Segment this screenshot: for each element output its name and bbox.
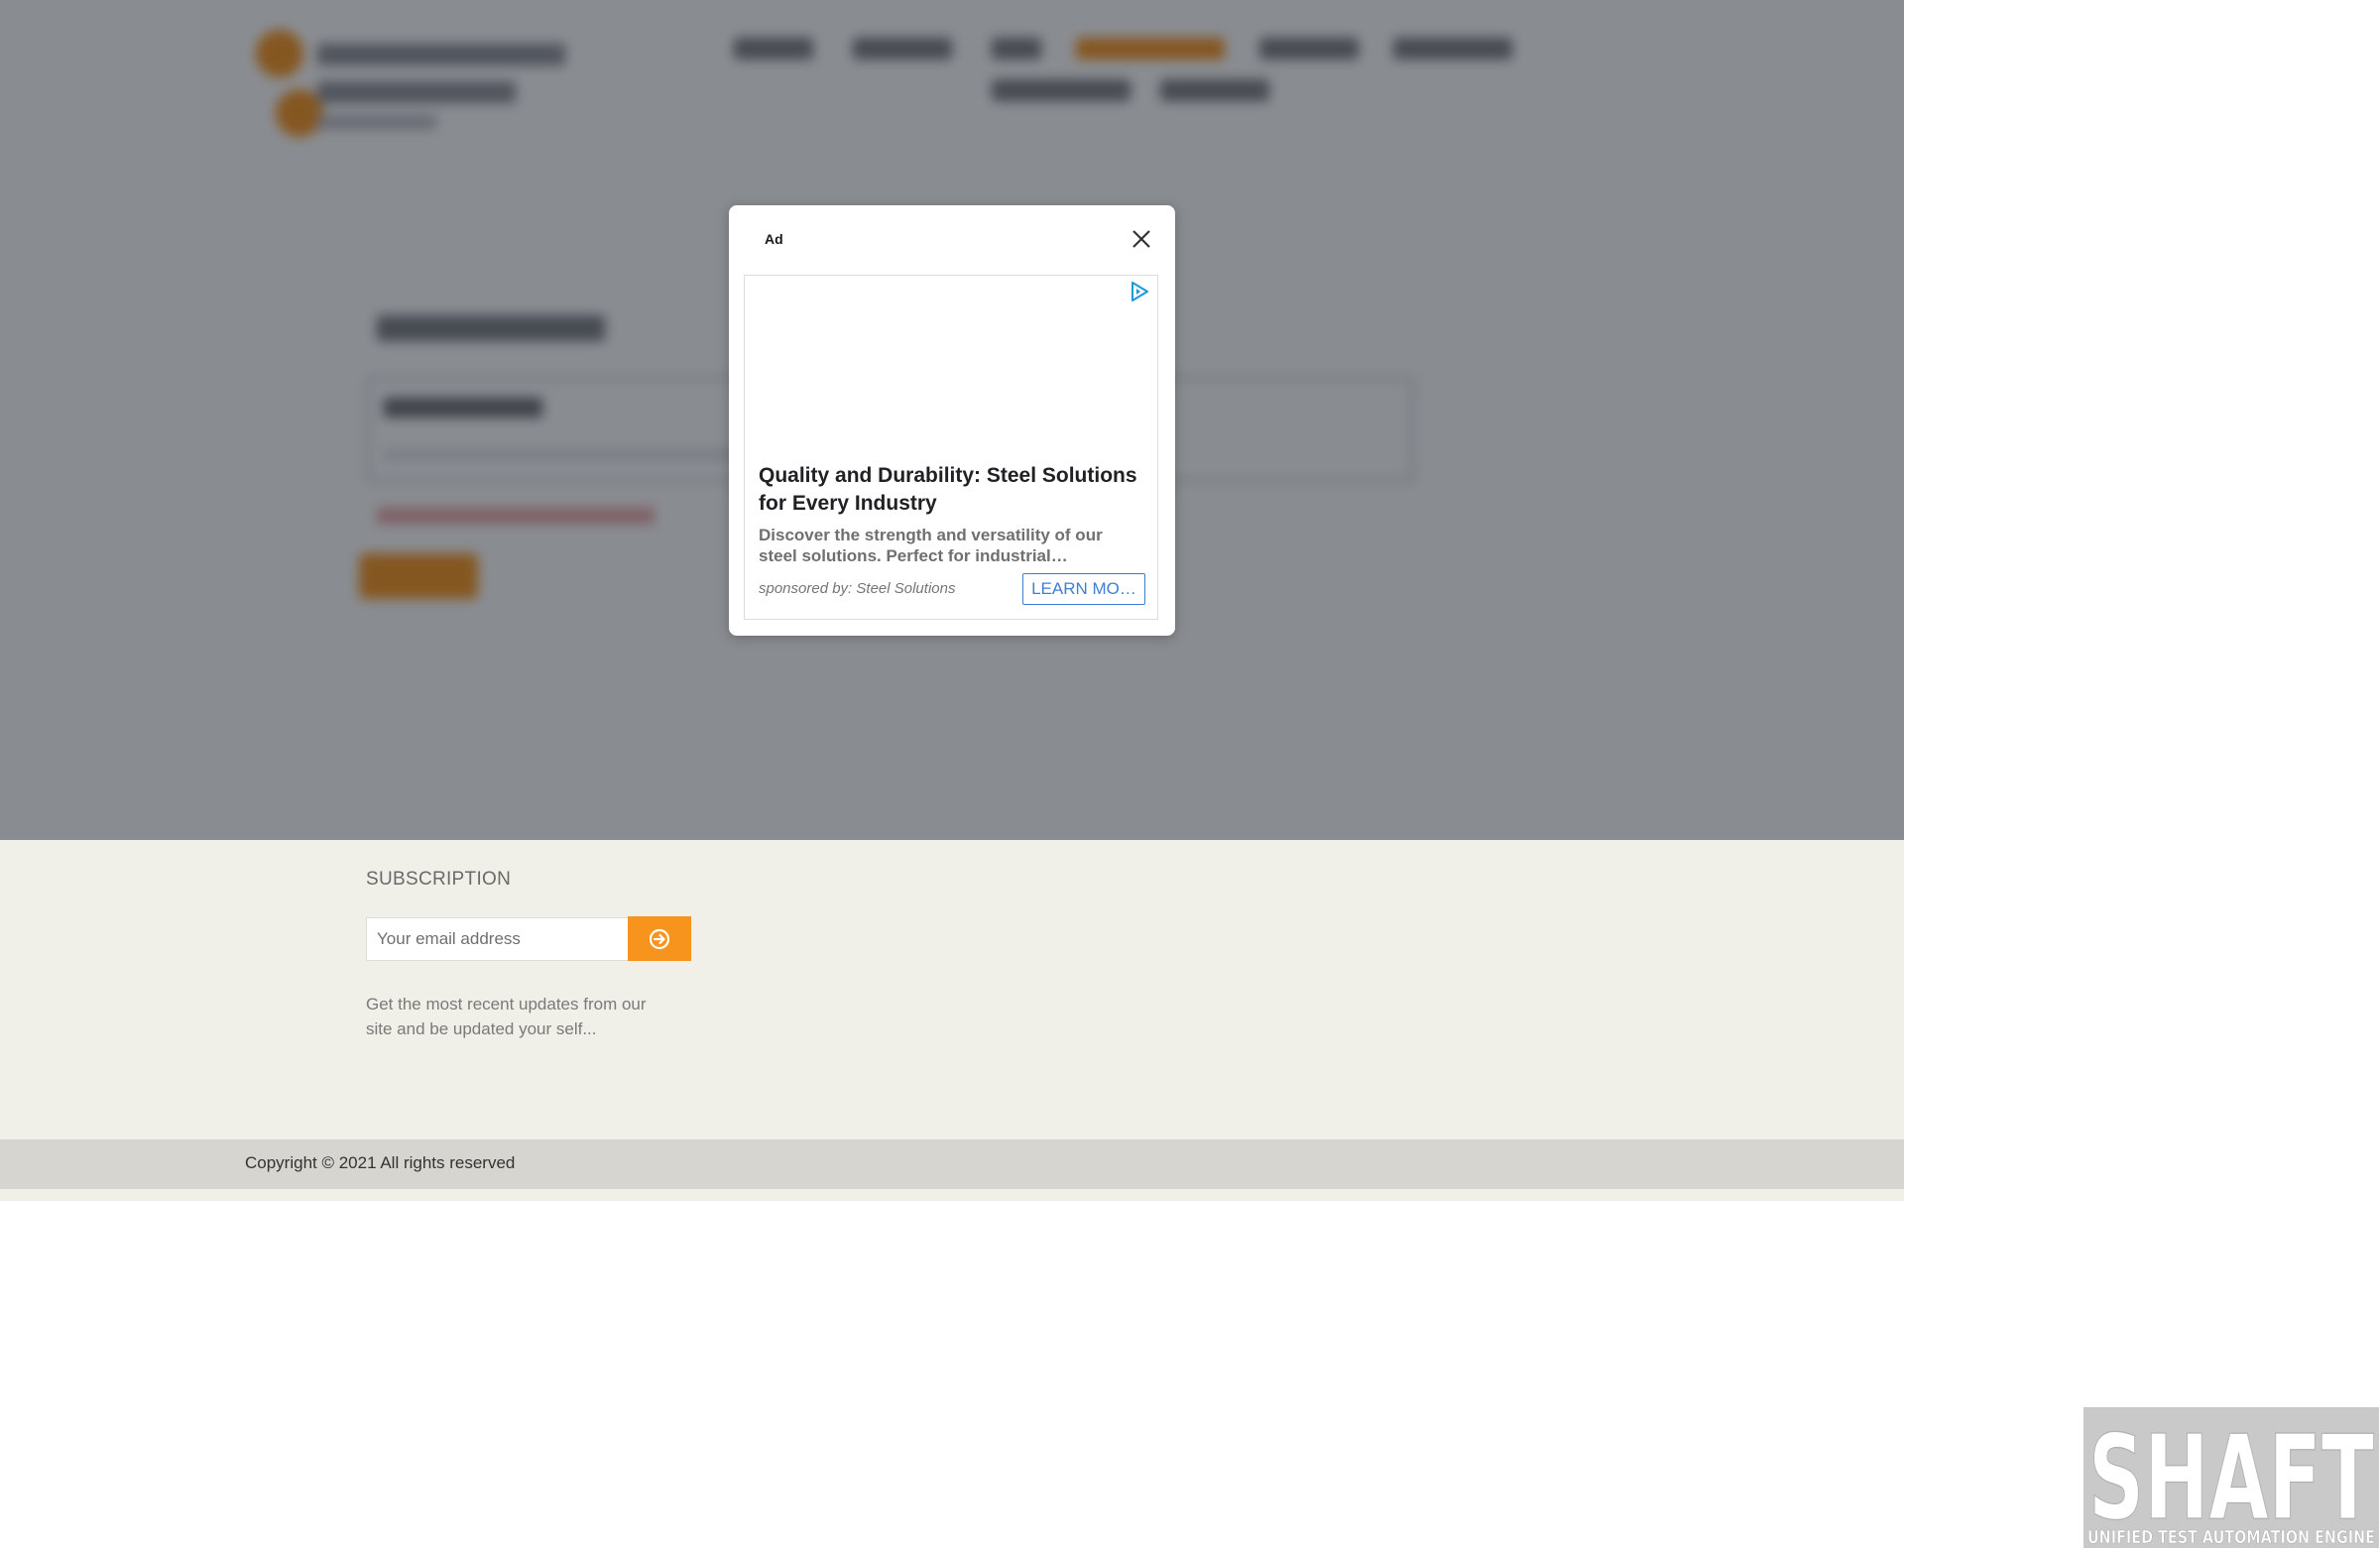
subscription-description: Get the most recent updates from our sit… <box>366 995 647 1038</box>
arrow-circle-right-icon <box>649 928 670 949</box>
page: Ad Quality and Durability: Steel Solutio… <box>0 0 1904 1201</box>
copyright-bar: Copyright © 2021 All rights reserved <box>0 1139 1904 1189</box>
learn-more-button[interactable]: LEARN MO… <box>1022 573 1145 605</box>
watermark-title: SHAFT <box>2088 1409 2374 1546</box>
copyright-text: Copyright © 2021 All rights reserved <box>245 1153 516 1172</box>
main-content: Ad Quality and Durability: Steel Solutio… <box>0 0 1904 840</box>
ad-sponsor: sponsored by: Steel Solutions <box>759 580 956 597</box>
subscribe-button[interactable] <box>628 916 691 961</box>
subscription-heading: SUBSCRIPTION <box>366 869 512 890</box>
ad-creative[interactable]: Quality and Durability: Steel Solutions … <box>744 275 1158 620</box>
email-input[interactable] <box>366 917 629 961</box>
ad-description: Discover the strength and versatility of… <box>759 526 1103 565</box>
close-icon[interactable] <box>1128 225 1155 253</box>
ad-headline[interactable]: Quality and Durability: Steel Solutions … <box>759 462 1145 518</box>
watermark-subtitle: UNIFIED TEST AUTOMATION ENGINE <box>2087 1527 2375 1548</box>
ad-modal: Ad Quality and Durability: Steel Solutio… <box>729 205 1175 636</box>
shaft-watermark-logo: SHAFT UNIFIED TEST AUTOMATION ENGINE <box>2083 1407 2379 1548</box>
ad-choices-icon[interactable] <box>1128 280 1151 303</box>
ad-label: Ad <box>765 231 783 247</box>
